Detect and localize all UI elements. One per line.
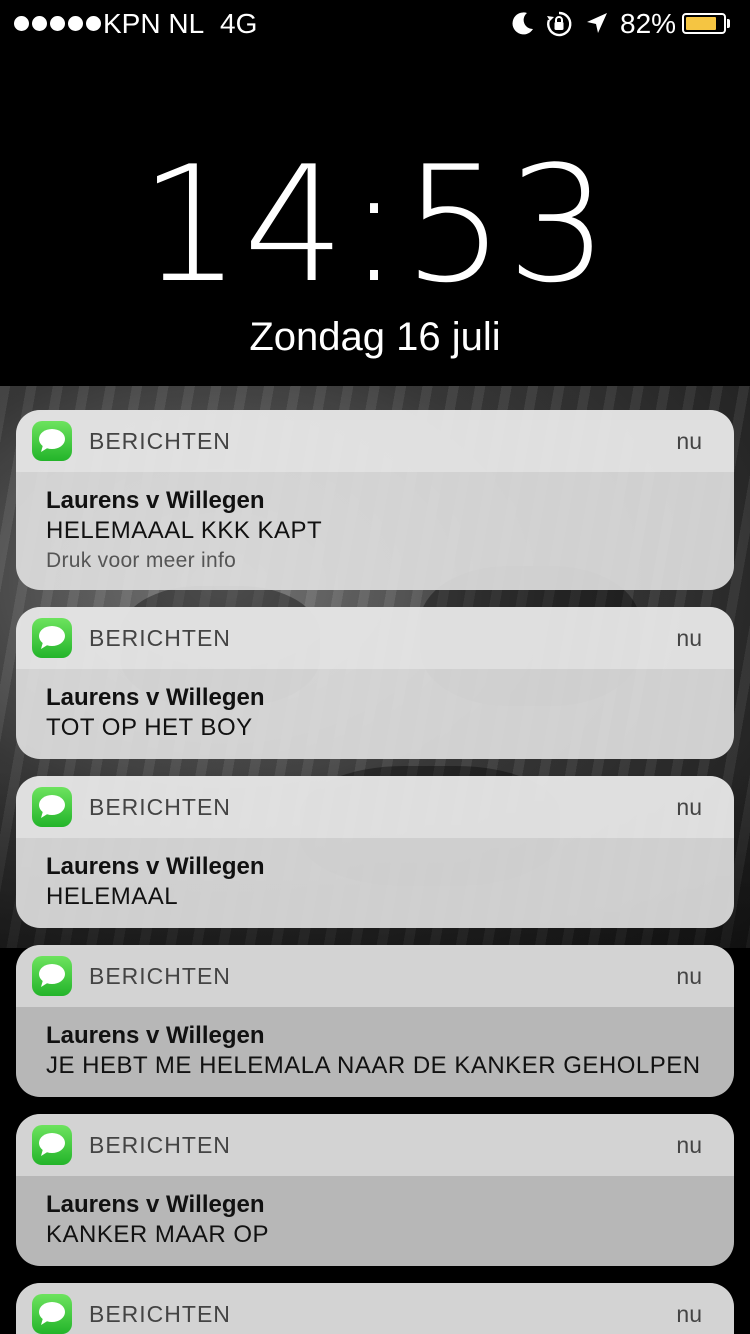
notification-time: nu (676, 625, 702, 651)
notification-time: nu (676, 428, 702, 454)
notification-sender: Laurens v Willegen (46, 684, 265, 711)
notification-time: nu (676, 794, 702, 820)
app-name: BERICHTEN (89, 794, 231, 820)
notification-body: Laurens v Willegen HELEMAAAL KKK KAPT Dr… (16, 472, 734, 576)
messages-app-icon (32, 1125, 72, 1165)
app-name: BERICHTEN (89, 625, 231, 651)
notification-card[interactable]: BERICHTEN nu Laurens v Willegen TOT OP H… (16, 607, 734, 759)
messages-app-icon (32, 1294, 72, 1334)
notification-message: HELEMAAL (46, 883, 179, 910)
notification-time: nu (676, 963, 702, 989)
carrier-name: KPN NL (103, 8, 205, 39)
network-type: 4G (220, 8, 258, 39)
notification-message: TOT OP HET BOY (46, 714, 253, 741)
battery-level-fill (686, 17, 716, 30)
notification-body: Laurens v Willegen JE HEBT ME HELEMALA N… (16, 1007, 734, 1081)
app-name: BERICHTEN (89, 1301, 231, 1327)
moon-icon (512, 12, 533, 35)
notification-time: nu (676, 1132, 702, 1158)
messages-app-icon (32, 787, 72, 827)
notification-card[interactable]: BERICHTEN nu (16, 1283, 734, 1334)
battery-icon (682, 13, 726, 34)
messages-app-icon (32, 618, 72, 658)
notification-sender: Laurens v Willegen (46, 853, 265, 880)
notification-body: Laurens v Willegen KANKER MAAR OP (16, 1176, 734, 1250)
notification-sender: Laurens v Willegen (46, 487, 265, 514)
app-name: BERICHTEN (89, 963, 231, 989)
app-name: BERICHTEN (89, 428, 231, 454)
messages-app-icon (32, 421, 72, 461)
notification-body: Laurens v Willegen TOT OP HET BOY (16, 669, 734, 743)
notification-header: BERICHTEN nu (16, 1283, 734, 1334)
location-arrow-icon (587, 13, 607, 33)
notification-card[interactable]: BERICHTEN nu Laurens v Willegen KANKER M… (16, 1114, 734, 1266)
battery-tip (727, 19, 730, 28)
rotation-lock-icon (547, 11, 572, 37)
notification-card[interactable]: BERICHTEN nu Laurens v Willegen HELEMAAL (16, 776, 734, 928)
messages-app-icon (32, 956, 72, 996)
notification-card[interactable]: BERICHTEN nu Laurens v Willegen JE HEBT … (16, 945, 734, 1097)
notification-body: Laurens v Willegen HELEMAAL (16, 838, 734, 912)
notification-sender: Laurens v Willegen (46, 1022, 265, 1049)
battery-percentage: 82% (620, 8, 677, 39)
notification-header: BERICHTEN nu (16, 410, 734, 472)
notification-header: BERICHTEN nu (16, 945, 734, 1007)
lock-screen-time: 14:53 (139, 131, 611, 318)
notification-message: JE HEBT ME HELEMALA NAAR DE KANKER GEHOL… (46, 1052, 701, 1079)
notification-header: BERICHTEN nu (16, 607, 734, 669)
notification-header: BERICHTEN nu (16, 1114, 734, 1176)
notification-message: HELEMAAAL KKK KAPT (46, 517, 323, 544)
notification-message: KANKER MAAR OP (46, 1221, 270, 1248)
status-bar: KPN NL 4G 82% (0, 0, 750, 48)
notification-time: nu (676, 1301, 702, 1327)
notification-sender: Laurens v Willegen (46, 1191, 265, 1218)
notification-card[interactable]: BERICHTEN nu Laurens v Willegen HELEMAAA… (16, 410, 734, 590)
lock-screen-date: Zondag 16 juli (249, 315, 501, 359)
app-name: BERICHTEN (89, 1132, 231, 1158)
notification-header: BERICHTEN nu (16, 776, 734, 838)
signal-strength-icon (14, 16, 101, 31)
notification-hint: Druk voor meer info (46, 549, 237, 572)
